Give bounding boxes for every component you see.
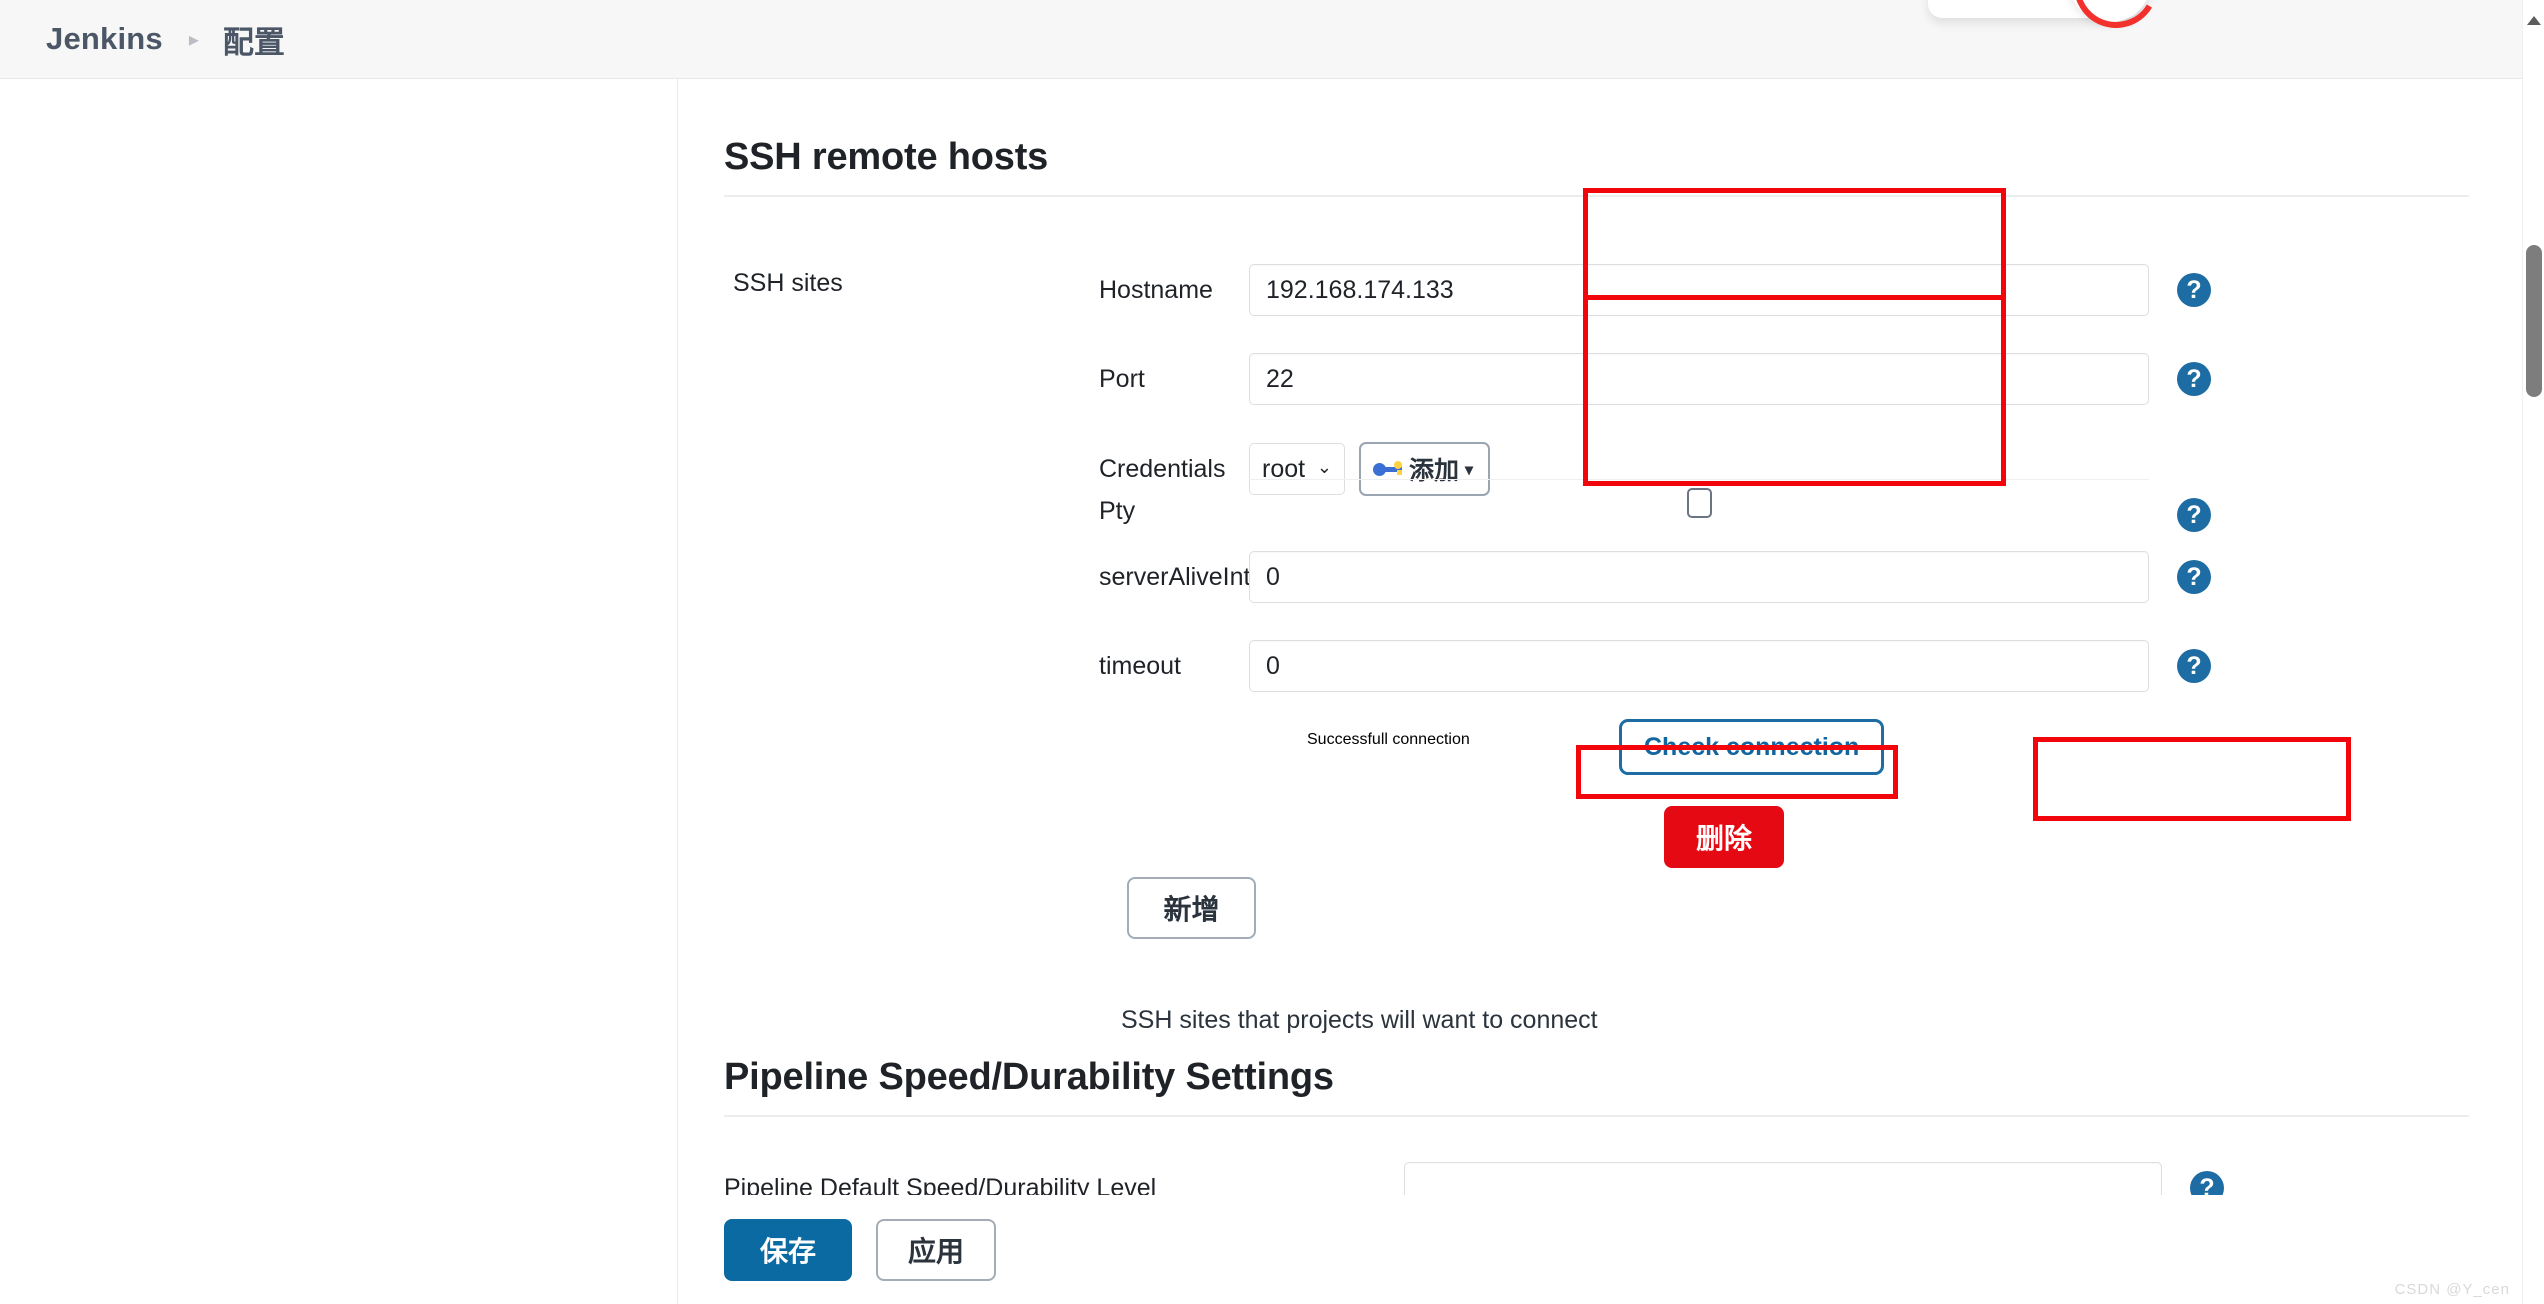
pty-checkbox-cell	[1249, 479, 2149, 531]
form-footer: 保存 应用	[679, 1195, 2522, 1304]
server-alive-interval-help-icon[interactable]: ?	[2177, 560, 2211, 594]
section-divider	[724, 195, 2469, 197]
save-button[interactable]: 保存	[724, 1218, 853, 1281]
jenkins-configure-page: Jenkins ▸ 配置 SSH remote hosts SSH sites …	[0, 0, 2544, 1304]
ssh-section-title: SSH remote hosts	[724, 136, 1049, 178]
timeout-help-icon[interactable]: ?	[2177, 649, 2211, 683]
port-help-icon[interactable]: ?	[2177, 362, 2211, 396]
ssh-sites-hint: SSH sites that projects will want to con…	[1121, 1006, 1598, 1034]
hostname-label: Hostname	[1099, 276, 1213, 304]
hostname-row: Hostname ?	[1099, 264, 2469, 316]
caret-down-icon: ▾	[1465, 462, 1474, 479]
scroll-up-arrow-icon[interactable]	[2527, 16, 2541, 25]
key-icon	[1373, 460, 1403, 478]
timeout-row: timeout ?	[1099, 640, 2469, 692]
add-site-button[interactable]: 新增	[1127, 877, 1256, 939]
port-input[interactable]	[1249, 353, 2149, 405]
server-alive-interval-row: serverAliveInterval ?	[1099, 551, 2469, 603]
page-scrollbar[interactable]	[2522, 0, 2544, 1304]
breadcrumb-root-link[interactable]: Jenkins	[46, 21, 163, 57]
ssh-sites-label: SSH sites	[733, 269, 843, 297]
hostname-input[interactable]	[1249, 264, 2149, 316]
port-row: Port ?	[1099, 353, 2469, 405]
timeout-label: timeout	[1099, 652, 1181, 680]
pipeline-section-title: Pipeline Speed/Durability Settings	[724, 1056, 1334, 1098]
hostname-help-icon[interactable]: ?	[2177, 273, 2211, 307]
breadcrumb-current[interactable]: 配置	[223, 17, 285, 62]
pty-checkbox[interactable]	[1686, 488, 1712, 518]
pty-row: Pty ?	[1099, 479, 2469, 532]
timeout-input[interactable]	[1249, 640, 2149, 692]
sidebar	[0, 79, 678, 1304]
ssh-remote-hosts-section: SSH remote hosts	[724, 136, 2469, 197]
pty-help-icon[interactable]: ?	[2177, 498, 2211, 532]
port-label: Port	[1099, 365, 1145, 393]
delete-site-button[interactable]: 删除	[1664, 806, 1785, 868]
watermark: CSDN @Y_cen	[2394, 1281, 2510, 1298]
connection-status-text: Successfull connection	[1307, 731, 1470, 748]
scrollbar-thumb[interactable]	[2526, 245, 2542, 397]
pty-label: Pty	[1099, 497, 1136, 525]
apply-button[interactable]: 应用	[876, 1218, 997, 1281]
server-alive-interval-input[interactable]	[1249, 551, 2149, 603]
breadcrumb-separator-icon: ▸	[188, 29, 199, 51]
server-alive-interval-label: serverAliveInterval	[1099, 563, 1305, 591]
pipeline-settings-section: Pipeline Speed/Durability Settings	[724, 1056, 2469, 1117]
configure-content: SSH remote hosts SSH sites Hostname ? Po…	[679, 79, 2522, 1304]
section-divider	[724, 1115, 2469, 1117]
check-connection-button[interactable]: Check connection	[1619, 719, 1885, 775]
